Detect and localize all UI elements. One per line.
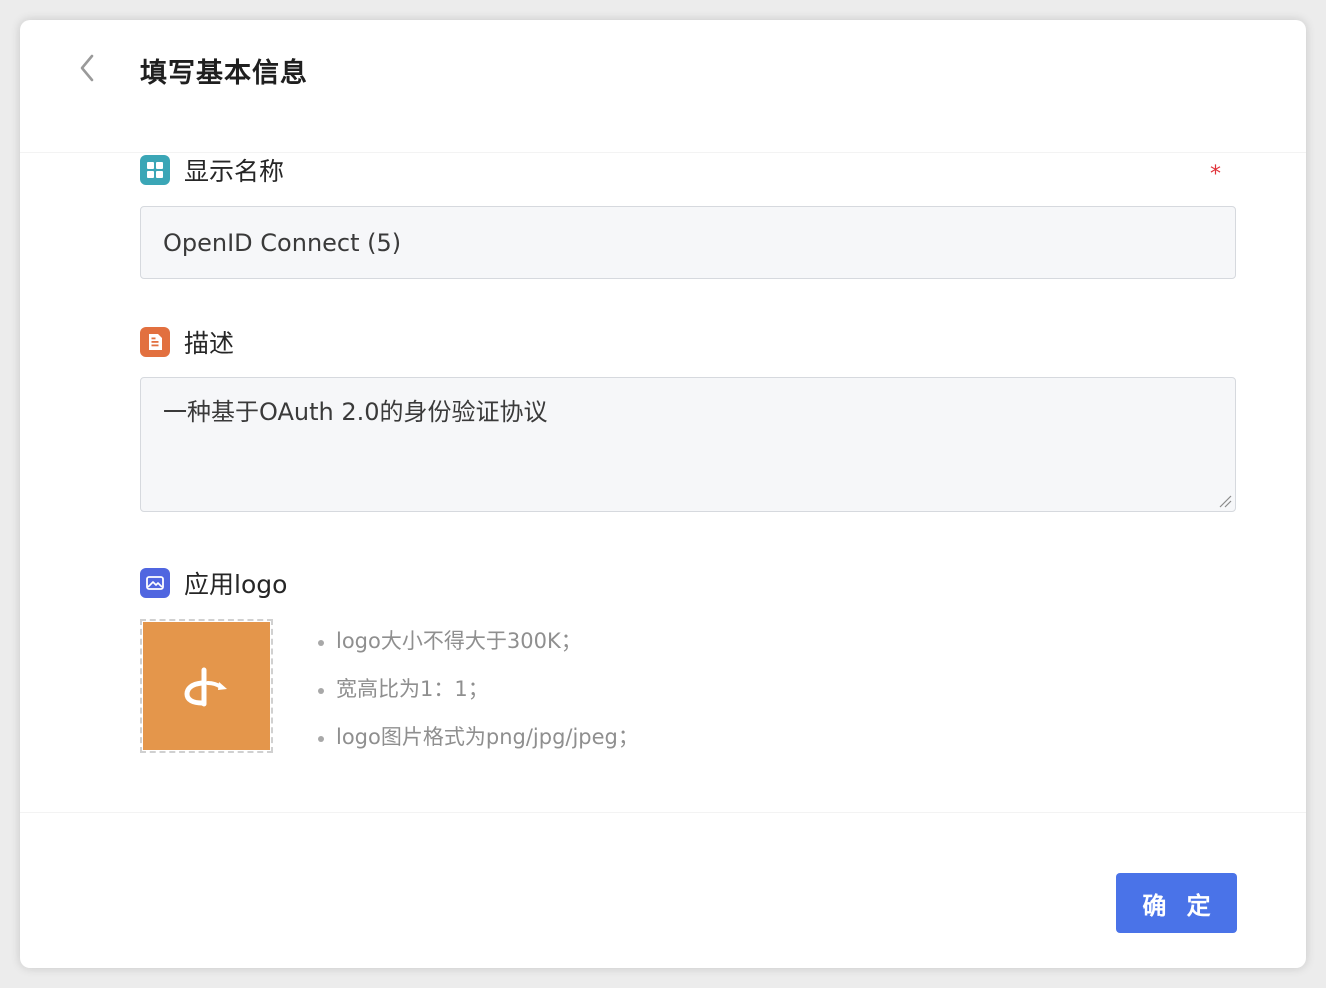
display-name-input[interactable]: OpenID Connect (5) (140, 206, 1236, 279)
form-card: 填写基本信息 显示名称 * OpenID Connect (5) 描述 一种基于… (20, 20, 1306, 968)
openid-logo-icon (183, 667, 227, 707)
document-icon (140, 327, 170, 357)
app-logo-label: 应用logo (184, 570, 288, 599)
back-button[interactable] (72, 48, 104, 88)
app-logo-label-row: 应用logo (140, 566, 287, 600)
logo-tips-list: logo大小不得大于300K； 宽高比为1：1； logo图片格式为png/jp… (310, 616, 639, 760)
window-frame: 填写基本信息 显示名称 * OpenID Connect (5) 描述 一种基于… (0, 0, 1326, 988)
page-header: 填写基本信息 (20, 20, 1306, 153)
list-item: logo大小不得大于300K； (310, 616, 639, 664)
logo-upload[interactable] (140, 619, 273, 753)
description-value: 一种基于OAuth 2.0的身份验证协议 (163, 398, 548, 426)
resize-handle-icon[interactable] (1218, 494, 1232, 508)
description-label: 描述 (184, 329, 235, 358)
image-icon (140, 568, 170, 598)
form-footer (20, 812, 1306, 968)
description-textarea[interactable]: 一种基于OAuth 2.0的身份验证协议 (140, 377, 1236, 512)
display-name-label: 显示名称 (184, 157, 285, 186)
list-item: 宽高比为1：1； (310, 664, 639, 712)
list-item: logo图片格式为png/jpg/jpeg； (310, 712, 639, 760)
page-title: 填写基本信息 (140, 58, 308, 89)
confirm-button[interactable]: 确 定 (1116, 873, 1237, 933)
description-label-row: 描述 (140, 325, 234, 359)
display-name-value: OpenID Connect (5) (163, 228, 402, 257)
chevron-left-icon (80, 54, 94, 82)
grid-icon (140, 155, 170, 185)
required-marker: * (1210, 162, 1221, 187)
display-name-label-row: 显示名称 (140, 153, 284, 187)
logo-preview (143, 622, 270, 750)
